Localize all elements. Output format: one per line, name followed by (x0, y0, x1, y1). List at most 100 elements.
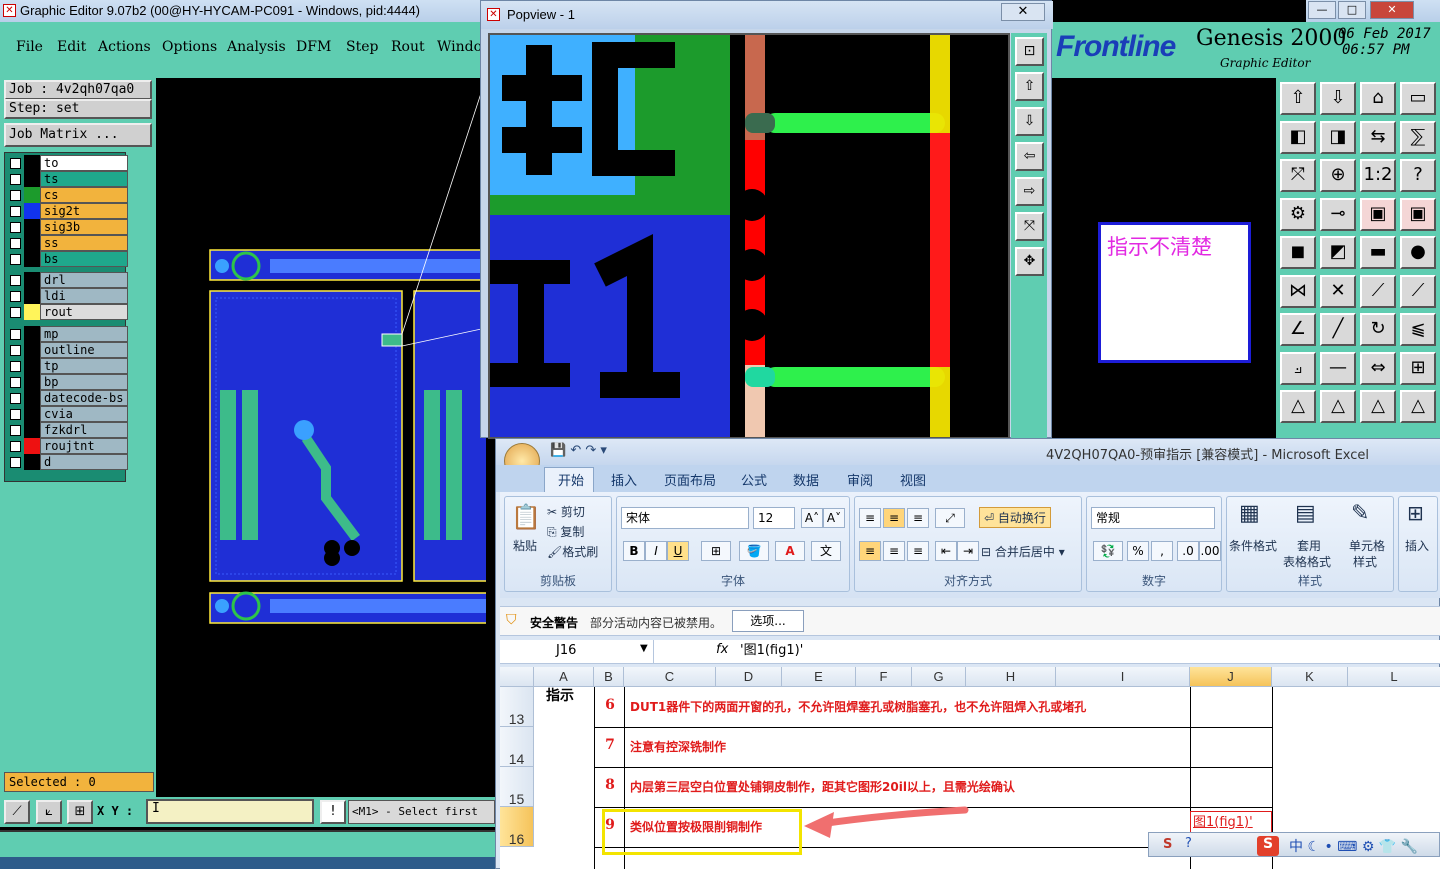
menu-step[interactable]: Step (346, 39, 378, 55)
layer-name[interactable]: cs (40, 187, 128, 203)
layer-checkbox[interactable] (10, 329, 21, 340)
layer-row[interactable]: bs (6, 251, 128, 267)
layer-checkbox[interactable] (10, 377, 21, 388)
maximize-button[interactable]: □ (1338, 1, 1366, 19)
layer-color-swatch[interactable] (24, 235, 40, 251)
column-header[interactable]: G (912, 667, 966, 687)
layer-checkbox[interactable] (10, 409, 21, 420)
zoom-up-icon[interactable]: ⇧ (1015, 72, 1044, 101)
pan-right-icon[interactable]: ⇨ (1015, 177, 1044, 206)
layer-checkbox[interactable] (10, 307, 21, 318)
layer-row[interactable]: roujtnt (6, 438, 128, 454)
insert-icon[interactable]: ⊞ (1407, 501, 1424, 525)
layer-checkbox[interactable] (10, 174, 21, 185)
ruler-icon[interactable]: ▬ (1360, 236, 1396, 269)
layer-checkbox[interactable] (10, 158, 21, 169)
column-header[interactable]: L (1348, 667, 1440, 687)
job-matrix-button[interactable]: Job Matrix ... (4, 123, 152, 147)
xy-input[interactable]: I (146, 799, 314, 824)
sogou-icon[interactable]: S (1163, 837, 1172, 852)
group-icon[interactable]: ⊞ (1400, 351, 1436, 385)
layer-row[interactable]: fzkdrl (6, 422, 128, 438)
layer-color-swatch[interactable] (24, 390, 40, 406)
paste-icon[interactable]: 📋 (511, 503, 541, 531)
layer-row[interactable]: rout (6, 304, 128, 320)
layer-name[interactable]: drl (40, 272, 128, 288)
options-button[interactable]: 选项... (732, 610, 804, 632)
merge-icon[interactable]: ⫹ (1400, 313, 1436, 346)
pcb-graphic-area[interactable] (156, 78, 486, 798)
layer-row[interactable]: sig3b (6, 219, 128, 235)
function-icon[interactable]: fx (716, 642, 728, 657)
alert-icon[interactable]: ! (320, 800, 346, 824)
menu-rout[interactable]: Rout (391, 39, 425, 55)
ime-tray-icons[interactable]: 中 ☾ • ⌨ ⚙ 👕 🔧 (1289, 836, 1418, 856)
layer-row[interactable]: datecode-bs (6, 390, 128, 406)
minimize-button[interactable]: — (1308, 1, 1336, 19)
popview-canvas[interactable] (488, 33, 1010, 439)
tab-insert[interactable]: 插入 (611, 470, 637, 489)
filter-icon[interactable]: ⚙ (1280, 197, 1316, 231)
layer-checkbox[interactable] (10, 345, 21, 356)
layer-checkbox[interactable] (10, 393, 21, 404)
layer-row[interactable]: cvia (6, 406, 128, 422)
layer-color-swatch[interactable] (24, 454, 40, 470)
layer-row[interactable]: cs (6, 187, 128, 203)
align-right-icon[interactable]: ≡ (907, 541, 929, 561)
help-icon[interactable]: ? (1400, 159, 1436, 192)
layer-checkbox[interactable] (10, 254, 21, 265)
ratio-icon[interactable]: 1:2 (1360, 159, 1396, 192)
merge-center-button[interactable]: ⊟ 合并后居中 ▾ (981, 543, 1065, 560)
column-header[interactable]: H (966, 667, 1056, 687)
currency-icon[interactable]: 💱 (1093, 541, 1123, 561)
layer-color-swatch[interactable] (24, 406, 40, 422)
layer-row[interactable]: bp (6, 374, 128, 390)
layers-icon[interactable]: ▣ (1360, 197, 1396, 231)
format-painter-button[interactable]: 🖌格式刷 (547, 543, 598, 560)
insert-button[interactable]: 插入 (1405, 537, 1429, 554)
layer-checkbox[interactable] (10, 275, 21, 286)
snap-icon[interactable]: ⟀ (36, 800, 62, 824)
layer-checkbox[interactable] (10, 457, 21, 468)
layer-color-swatch[interactable] (24, 304, 40, 320)
layer-name[interactable]: bp (40, 374, 128, 390)
fit-all-icon[interactable]: ⤧ (1015, 212, 1044, 241)
layer-name[interactable]: datecode-bs (40, 390, 128, 406)
layer-color-swatch[interactable] (24, 358, 40, 374)
border-icon[interactable]: ⊞ (701, 541, 731, 561)
quick-access-icons[interactable]: 💾 ↶ ↷ ▾ (550, 443, 607, 458)
layer-checkbox[interactable] (10, 190, 21, 201)
tab-review[interactable]: 审阅 (847, 470, 873, 489)
align-center-icon[interactable]: ≡ (883, 541, 905, 561)
layer-checkbox[interactable] (10, 361, 21, 372)
align-bottom-icon[interactable]: ≡ (907, 508, 929, 528)
formula-input[interactable]: '图1(fig1)' (740, 640, 803, 663)
cell-style-label1[interactable]: 单元格 (1349, 537, 1385, 554)
scale-icon[interactable]: ⅀ (1400, 120, 1436, 154)
command-line[interactable] (0, 830, 495, 857)
measure-icon[interactable]: ⟋ (4, 800, 30, 824)
layer-row[interactable]: outline (6, 342, 128, 358)
layer-name[interactable]: outline (40, 342, 128, 358)
dropdown-icon[interactable]: ▼ (640, 643, 648, 654)
pan-left-icon[interactable]: ⇦ (1015, 142, 1044, 171)
layer-color-swatch[interactable] (24, 187, 40, 203)
center-icon[interactable]: ⊕ (1320, 159, 1356, 192)
connect-icon[interactable]: ⋈ (1280, 274, 1316, 308)
layers-alt-icon[interactable]: ▣ (1400, 197, 1436, 231)
tab-page-layout[interactable]: 页面布局 (664, 470, 716, 489)
wrap-text-button[interactable]: ⏎ 自动换行 (979, 507, 1051, 528)
row-header[interactable]: 14 (500, 727, 534, 767)
layer-checkbox[interactable] (10, 222, 21, 233)
underline-icon[interactable]: U (667, 541, 689, 561)
copy-button[interactable]: ⎘ 复制 (547, 523, 584, 540)
line-icon[interactable]: ⟋ (1360, 274, 1396, 308)
column-header[interactable]: I (1056, 667, 1190, 687)
page-up-icon[interactable]: ⇧ (1280, 82, 1316, 115)
cell-style-label2[interactable]: 样式 (1353, 553, 1377, 570)
bold-icon[interactable]: B (623, 541, 645, 561)
align-left-icon[interactable]: ≡ (859, 541, 881, 561)
instruction-text[interactable]: 注意有控深铣制作 (630, 738, 726, 755)
rotate-icon[interactable]: ↻ (1360, 313, 1396, 346)
edit-line-icon[interactable]: ╱ (1320, 313, 1356, 346)
